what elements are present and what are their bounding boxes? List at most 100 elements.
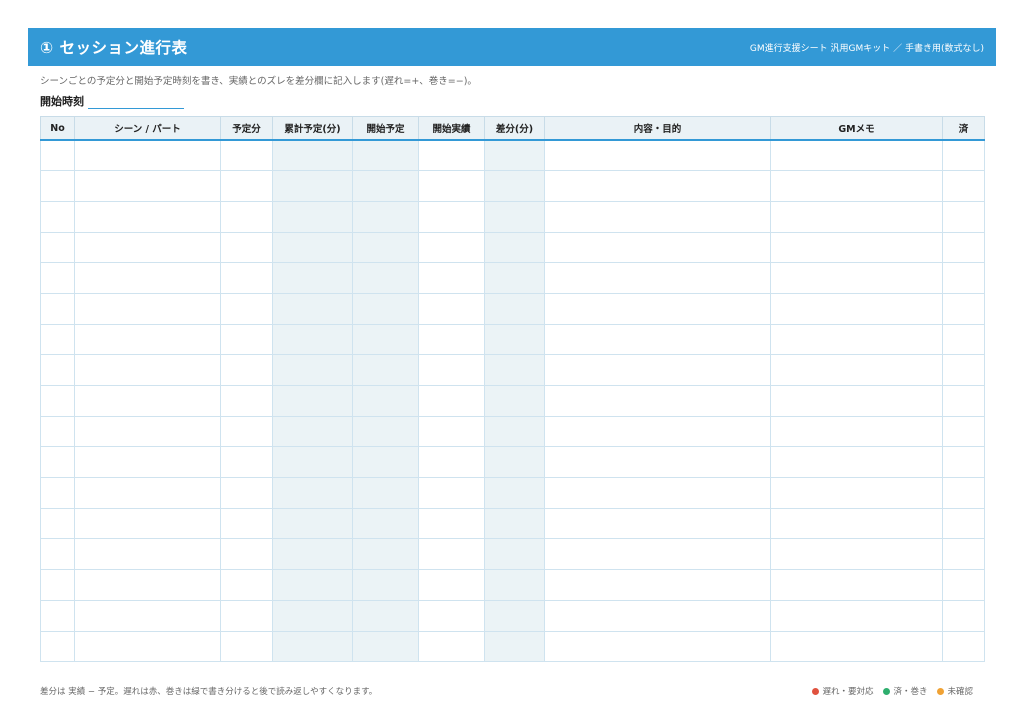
table-cell[interactable] — [418, 599, 485, 632]
table-cell[interactable] — [40, 446, 75, 479]
table-cell[interactable] — [220, 477, 273, 509]
table-cell[interactable] — [352, 231, 419, 264]
table-cell[interactable] — [40, 323, 75, 356]
table-cell[interactable] — [40, 354, 75, 386]
table-cell[interactable] — [272, 385, 353, 417]
table-cell[interactable] — [770, 477, 943, 509]
table-cell[interactable] — [220, 415, 273, 448]
table-cell[interactable] — [418, 323, 485, 356]
table-cell[interactable] — [74, 385, 221, 417]
table-cell[interactable] — [352, 538, 419, 571]
table-cell[interactable] — [352, 323, 419, 356]
table-cell[interactable] — [74, 599, 221, 632]
table-cell[interactable] — [272, 139, 353, 172]
table-cell[interactable] — [770, 354, 943, 386]
table-cell[interactable] — [40, 415, 75, 448]
table-cell[interactable] — [770, 139, 943, 172]
table-cell[interactable] — [770, 569, 943, 601]
table-cell[interactable] — [484, 569, 545, 601]
table-cell[interactable] — [418, 200, 485, 233]
table-cell[interactable] — [544, 599, 771, 632]
table-cell[interactable] — [40, 262, 75, 294]
table-cell[interactable] — [942, 231, 985, 264]
table-cell[interactable] — [484, 200, 545, 233]
table-cell[interactable] — [272, 630, 353, 663]
table-cell[interactable] — [942, 538, 985, 571]
table-cell[interactable] — [352, 170, 419, 202]
table-cell[interactable] — [220, 262, 273, 294]
table-cell[interactable] — [418, 507, 485, 540]
table-cell[interactable] — [484, 415, 545, 448]
table-cell[interactable] — [272, 477, 353, 509]
table-cell[interactable] — [74, 354, 221, 386]
table-cell[interactable] — [418, 385, 485, 417]
table-cell[interactable] — [40, 231, 75, 264]
table-cell[interactable] — [484, 170, 545, 202]
table-cell[interactable] — [418, 292, 485, 325]
table-cell[interactable] — [40, 477, 75, 509]
table-cell[interactable] — [942, 262, 985, 294]
table-cell[interactable] — [220, 630, 273, 663]
table-cell[interactable] — [770, 170, 943, 202]
table-cell[interactable] — [352, 477, 419, 509]
table-cell[interactable] — [942, 599, 985, 632]
table-cell[interactable] — [40, 569, 75, 601]
table-cell[interactable] — [74, 446, 221, 479]
table-cell[interactable] — [770, 292, 943, 325]
table-cell[interactable] — [942, 323, 985, 356]
table-cell[interactable] — [942, 507, 985, 540]
table-cell[interactable] — [942, 630, 985, 663]
table-cell[interactable] — [544, 538, 771, 571]
table-cell[interactable] — [40, 385, 75, 417]
table-cell[interactable] — [942, 139, 985, 172]
table-cell[interactable] — [352, 415, 419, 448]
table-cell[interactable] — [40, 200, 75, 233]
table-cell[interactable] — [74, 323, 221, 356]
table-cell[interactable] — [272, 569, 353, 601]
table-cell[interactable] — [272, 200, 353, 233]
table-cell[interactable] — [40, 292, 75, 325]
table-cell[interactable] — [352, 292, 419, 325]
table-cell[interactable] — [272, 292, 353, 325]
table-cell[interactable] — [74, 569, 221, 601]
table-cell[interactable] — [352, 599, 419, 632]
table-cell[interactable] — [544, 292, 771, 325]
table-cell[interactable] — [40, 507, 75, 540]
table-cell[interactable] — [544, 507, 771, 540]
table-cell[interactable] — [352, 354, 419, 386]
table-cell[interactable] — [272, 599, 353, 632]
table-cell[interactable] — [74, 262, 221, 294]
table-cell[interactable] — [40, 630, 75, 663]
table-cell[interactable] — [770, 385, 943, 417]
table-cell[interactable] — [544, 262, 771, 294]
table-cell[interactable] — [74, 630, 221, 663]
table-cell[interactable] — [418, 477, 485, 509]
table-cell[interactable] — [484, 354, 545, 386]
table-cell[interactable] — [272, 262, 353, 294]
table-cell[interactable] — [484, 139, 545, 172]
table-cell[interactable] — [74, 507, 221, 540]
table-cell[interactable] — [418, 446, 485, 479]
table-cell[interactable] — [220, 323, 273, 356]
table-cell[interactable] — [544, 415, 771, 448]
table-cell[interactable] — [220, 599, 273, 632]
table-cell[interactable] — [40, 538, 75, 571]
table-cell[interactable] — [484, 292, 545, 325]
table-cell[interactable] — [220, 139, 273, 172]
table-cell[interactable] — [484, 538, 545, 571]
table-cell[interactable] — [352, 507, 419, 540]
table-cell[interactable] — [40, 139, 75, 172]
table-cell[interactable] — [544, 569, 771, 601]
table-cell[interactable] — [418, 170, 485, 202]
table-cell[interactable] — [770, 446, 943, 479]
table-cell[interactable] — [484, 323, 545, 356]
table-cell[interactable] — [484, 599, 545, 632]
table-cell[interactable] — [484, 507, 545, 540]
table-cell[interactable] — [220, 569, 273, 601]
table-cell[interactable] — [352, 446, 419, 479]
table-cell[interactable] — [770, 538, 943, 571]
table-cell[interactable] — [418, 262, 485, 294]
table-cell[interactable] — [272, 231, 353, 264]
table-cell[interactable] — [544, 354, 771, 386]
table-cell[interactable] — [220, 170, 273, 202]
